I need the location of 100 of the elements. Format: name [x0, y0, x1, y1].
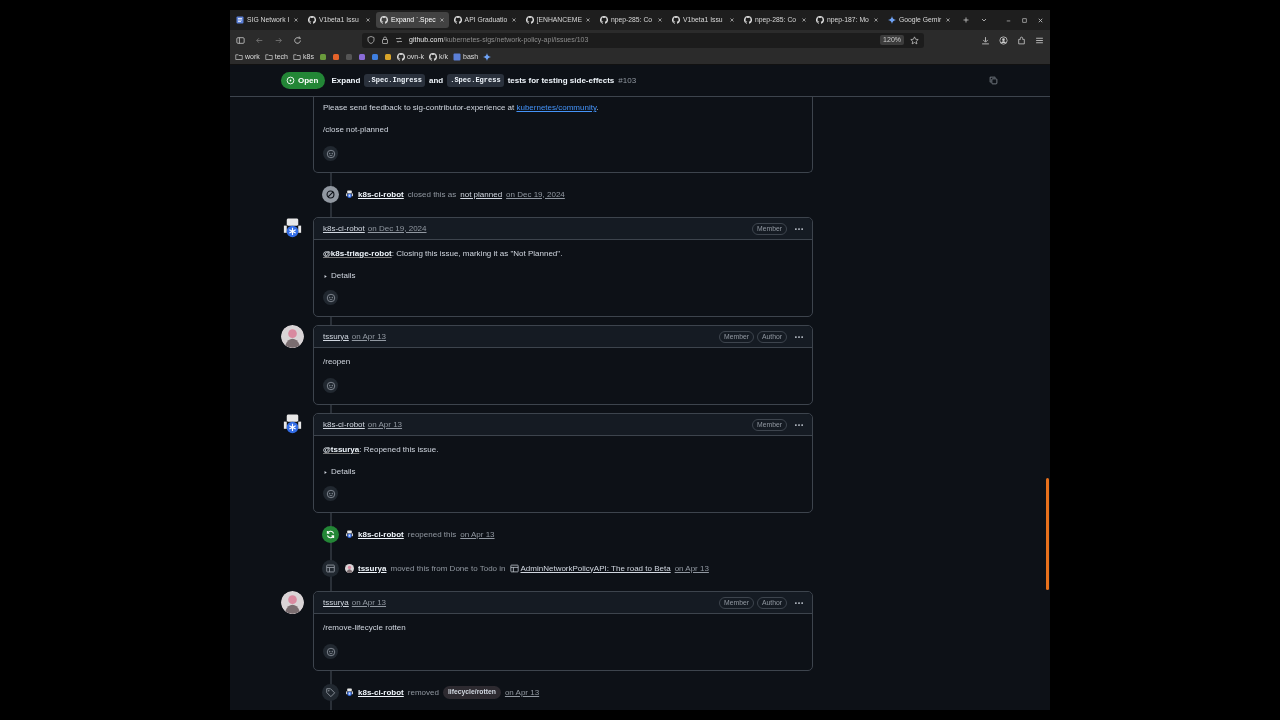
event-text: moved this from Done to Todo in	[390, 562, 506, 575]
forward-icon[interactable]	[274, 35, 283, 45]
scrollbar-thumb[interactable]	[1046, 478, 1049, 590]
close-icon[interactable]	[944, 17, 951, 23]
project-link[interactable]: AdminNetworkPolicyAPI: The road to Beta	[509, 562, 671, 575]
close-icon[interactable]	[438, 17, 445, 23]
comment-date[interactable]: on Apr 13	[351, 596, 387, 609]
sparkle-icon[interactable]	[483, 53, 492, 61]
smiley-icon	[325, 148, 336, 159]
app-icon	[453, 53, 461, 61]
reaction-button[interactable]	[323, 644, 338, 659]
details-toggle[interactable]: Details	[323, 270, 356, 282]
actor-avatar[interactable]	[345, 530, 354, 539]
comment-text: Please send feedback to sig-contributor-experience at kubernetes/community.	[323, 102, 600, 114]
author-name[interactable]: k8s-ci-robot	[323, 222, 365, 235]
date-link[interactable]: on Apr 13	[460, 528, 495, 541]
smiley-icon	[325, 488, 336, 499]
maximize-icon[interactable]	[1021, 16, 1028, 24]
date-link[interactable]: on Dec 19, 2024	[506, 188, 565, 201]
skip-icon	[322, 186, 339, 203]
sidebar-icon[interactable]	[236, 35, 245, 45]
avatar[interactable]	[281, 325, 304, 348]
close-icon[interactable]	[1037, 16, 1044, 24]
actor-avatar[interactable]	[345, 564, 354, 573]
comment-text: @k8s-triage-robot: Closing this issue, marking it as "Not Planned".	[323, 248, 564, 260]
smiley-icon	[325, 380, 336, 391]
comment-text: /remove-lifecycle rotten	[323, 622, 407, 634]
menu-icon[interactable]	[1035, 35, 1044, 45]
back-icon[interactable]	[255, 35, 264, 45]
avatar[interactable]	[281, 217, 304, 240]
chevron-down-icon[interactable]	[979, 16, 988, 24]
date-link[interactable]: on Apr 13	[674, 562, 709, 575]
status-badge[interactable]: Open	[281, 72, 326, 89]
extensions-icon[interactable]	[1017, 35, 1026, 45]
actor-avatar[interactable]	[345, 688, 354, 697]
actor-name[interactable]: k8s-ci-robot	[358, 686, 404, 699]
document-icon	[236, 16, 244, 24]
github-icon	[308, 16, 316, 24]
smiley-icon	[325, 646, 336, 657]
avatar[interactable]	[281, 413, 304, 436]
issue-number: #103	[618, 74, 637, 87]
folder-icon	[264, 53, 273, 61]
table-icon	[509, 564, 519, 573]
reaction-button[interactable]	[323, 486, 338, 501]
account-icon[interactable]	[999, 35, 1008, 45]
issue-title: tests for testing side-effects	[507, 74, 615, 87]
reason-link[interactable]: not planned	[460, 188, 503, 201]
close-icon[interactable]	[872, 17, 879, 23]
actor-name[interactable]: k8s-ci-robot	[358, 528, 404, 541]
comment-date[interactable]: on Apr 13	[367, 418, 403, 431]
open-issue-icon	[286, 76, 295, 85]
event-text: removed	[407, 686, 439, 699]
sparkle-icon	[887, 16, 896, 24]
copy-icon[interactable]	[989, 76, 998, 85]
comment-text: /close not-planned	[323, 124, 390, 136]
reaction-button[interactable]	[323, 290, 338, 305]
author-name[interactable]: tssurya	[323, 330, 349, 343]
close-icon[interactable]	[510, 17, 517, 23]
close-icon[interactable]	[656, 17, 663, 23]
close-icon[interactable]	[584, 17, 591, 23]
event-text: reopened this	[407, 528, 457, 541]
author-name[interactable]: k8s-ci-robot	[323, 418, 365, 431]
tag-icon	[322, 684, 339, 701]
comment-date[interactable]: on Dec 19, 2024	[367, 222, 427, 235]
lock-icon[interactable]	[381, 36, 389, 44]
github-icon	[671, 16, 680, 24]
close-icon[interactable]	[800, 17, 807, 23]
disclosure-icon	[323, 469, 328, 475]
github-icon	[453, 16, 462, 24]
shield-icon[interactable]	[367, 36, 375, 44]
mention-link[interactable]: @k8s-triage-robot	[323, 249, 392, 258]
github-icon	[525, 16, 534, 24]
date-link[interactable]: on Apr 13	[504, 686, 540, 699]
avatar[interactable]	[281, 591, 304, 614]
close-icon[interactable]	[293, 17, 299, 23]
permissions-icon[interactable]	[395, 36, 403, 44]
reload-icon[interactable]	[293, 35, 302, 45]
details-toggle[interactable]: Details	[323, 466, 356, 478]
star-icon[interactable]	[910, 35, 919, 45]
actor-name[interactable]: tssurya	[358, 562, 387, 575]
issue-title: and	[428, 74, 444, 87]
comment-date[interactable]: on Apr 13	[351, 330, 387, 343]
github-icon	[815, 16, 824, 24]
close-icon[interactable]	[728, 17, 735, 23]
event-text: closed this as	[407, 188, 457, 201]
reaction-button[interactable]	[323, 378, 338, 393]
github-icon	[396, 53, 405, 61]
folder-icon	[235, 53, 243, 61]
reaction-button[interactable]	[323, 146, 338, 161]
smiley-icon	[325, 292, 336, 303]
close-icon[interactable]	[365, 17, 371, 23]
actor-avatar[interactable]	[345, 190, 354, 199]
disclosure-icon	[323, 273, 328, 279]
new-tab-icon[interactable]	[961, 16, 970, 24]
comment-text: /reopen	[323, 356, 352, 368]
github-icon	[380, 16, 388, 24]
author-name[interactable]: tssurya	[323, 596, 349, 609]
actor-name[interactable]: k8s-ci-robot	[358, 188, 404, 201]
download-icon[interactable]	[981, 35, 990, 45]
github-icon	[599, 16, 608, 24]
